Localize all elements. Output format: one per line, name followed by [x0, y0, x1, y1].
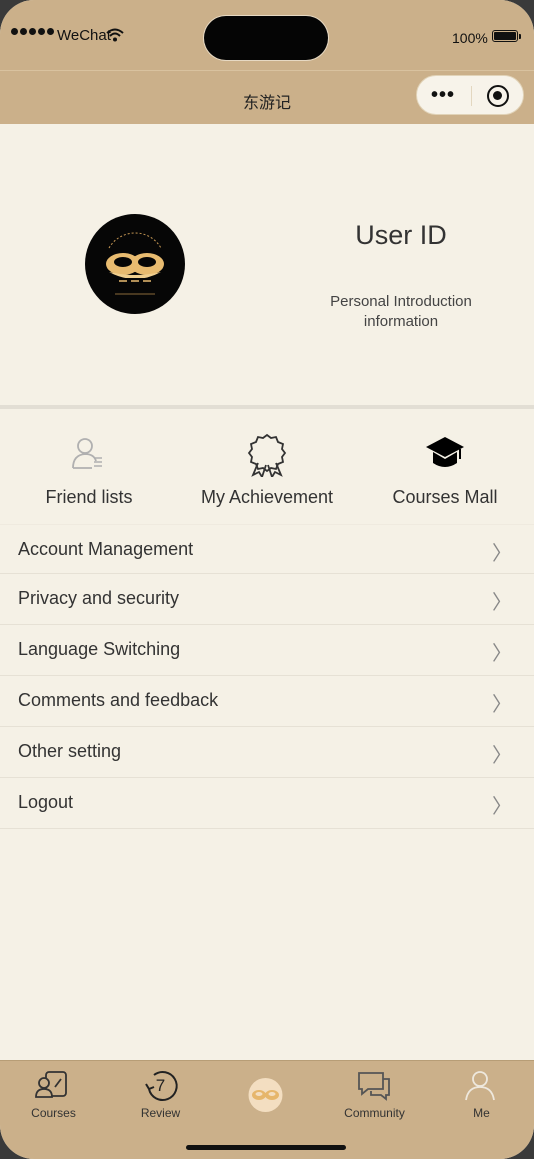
person-icon: [465, 1071, 495, 1101]
menu-item-other-setting[interactable]: Other setting 〉: [0, 727, 534, 778]
quick-action-friend-lists[interactable]: Friend lists: [0, 409, 178, 524]
chevron-right-icon: 〉: [492, 592, 512, 614]
menu-item-logout[interactable]: Logout 〉: [0, 778, 534, 829]
quick-action-label: Friend lists: [45, 487, 133, 507]
quick-action-label: My Achievement: [200, 487, 334, 507]
tab-label: Community: [344, 1106, 405, 1120]
avatar[interactable]: [85, 214, 185, 314]
profile-header: User ID Personal Introduction informatio…: [0, 124, 534, 406]
award-badge-icon: [247, 433, 287, 477]
menu-item-language-switching[interactable]: Language Switching 〉: [0, 625, 534, 676]
settings-menu: Account Management 〉 Privacy and securit…: [0, 524, 534, 829]
nav-bar: 东游记 •••: [0, 70, 534, 124]
status-bar: WeChat 100%: [0, 0, 534, 70]
menu-item-label: Privacy and security: [18, 588, 180, 608]
carrier-name: WeChat: [57, 27, 111, 44]
tab-me[interactable]: Me: [428, 1061, 534, 1131]
home-logo-icon: [248, 1078, 283, 1112]
tab-review[interactable]: 7 Review: [107, 1061, 214, 1131]
chevron-right-icon: 〉: [492, 694, 512, 716]
battery-percent: 100%: [452, 30, 488, 46]
intro-line-1: Personal Introduction: [330, 293, 472, 310]
user-id: User ID: [355, 220, 447, 250]
personal-introduction: Personal Introduction information: [300, 292, 502, 332]
tab-courses[interactable]: Courses: [0, 1061, 107, 1131]
more-icon[interactable]: •••: [431, 85, 455, 105]
chevron-right-icon: 〉: [492, 643, 512, 665]
quick-actions: Friend lists My Achievement Courses Mall: [0, 409, 534, 524]
quick-action-my-achievement[interactable]: My Achievement: [178, 409, 356, 524]
courses-icon: [35, 1071, 67, 1098]
menu-item-label: Logout: [18, 792, 74, 812]
svg-text:7: 7: [156, 1076, 165, 1095]
mini-program-capsule: •••: [416, 75, 524, 115]
menu-item-account-management[interactable]: Account Management 〉: [0, 524, 534, 574]
dongyouji-logo-icon: [106, 232, 164, 295]
tab-label: Courses: [31, 1106, 76, 1120]
close-target-icon[interactable]: [487, 85, 509, 107]
review-7-icon: 7: [145, 1070, 178, 1101]
battery-icon: [492, 30, 518, 42]
menu-item-label: Language Switching: [18, 639, 181, 659]
menu-item-label: Other setting: [18, 741, 122, 761]
quick-action-courses-mall[interactable]: Courses Mall: [356, 409, 534, 524]
menu-item-label: Comments and feedback: [18, 690, 219, 710]
menu-item-comments-and-feedback[interactable]: Comments and feedback 〉: [0, 676, 534, 727]
intro-line-2: information: [363, 313, 439, 330]
signal-strength-icon: [11, 28, 54, 35]
tab-home[interactable]: [214, 1061, 321, 1131]
tab-label: Review: [140, 1106, 181, 1120]
capsule-divider: [471, 86, 472, 106]
chevron-right-icon: 〉: [492, 543, 512, 565]
tab-label: Me: [473, 1106, 490, 1120]
menu-item-privacy-and-security[interactable]: Privacy and security 〉: [0, 574, 534, 625]
chat-bubbles-icon: [358, 1072, 390, 1101]
dynamic-island: [204, 16, 328, 60]
home-indicator[interactable]: [186, 1145, 346, 1150]
chevron-right-icon: 〉: [492, 745, 512, 767]
tab-community[interactable]: Community: [321, 1061, 428, 1131]
menu-item-label: Account Management: [18, 539, 194, 559]
graduation-cap-icon: [426, 437, 464, 467]
wifi-icon: [106, 28, 124, 42]
quick-action-label: Courses Mall: [392, 487, 498, 507]
friend-list-icon: [72, 438, 102, 469]
battery-tip: [519, 34, 521, 39]
chevron-right-icon: 〉: [492, 796, 512, 818]
phone-screen: WeChat 100% 东游记 ••• User ID Personal Int…: [0, 0, 534, 1159]
